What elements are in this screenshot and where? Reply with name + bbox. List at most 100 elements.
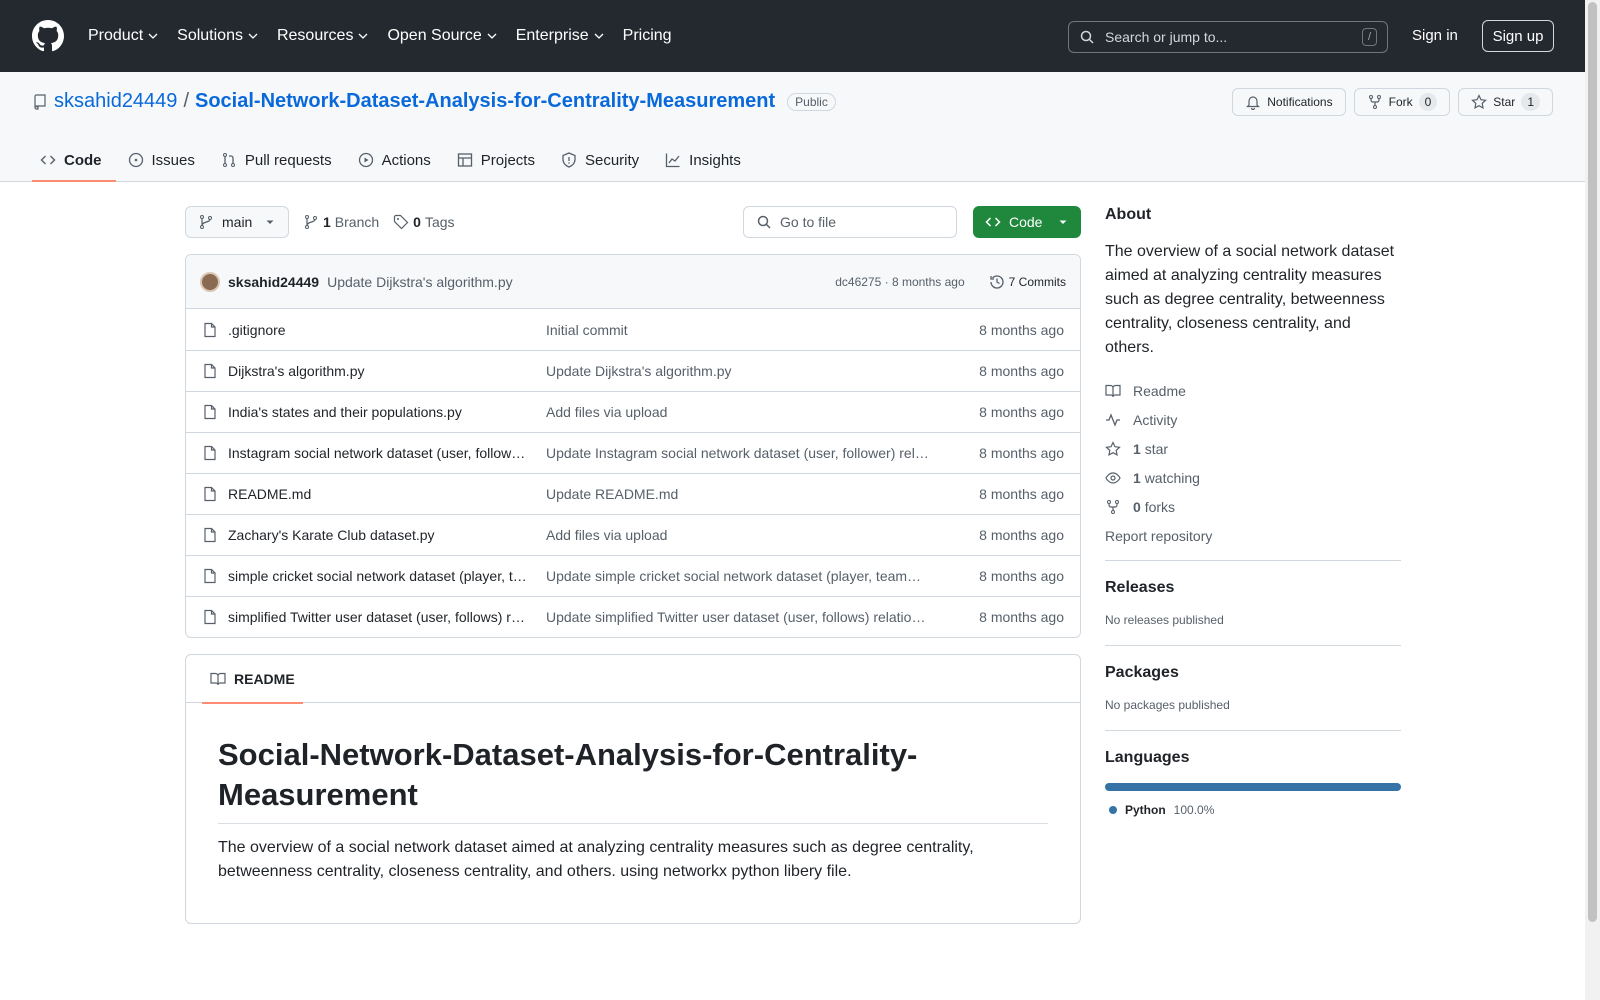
file-name-cell[interactable]: Dijkstra's algorithm.py [202, 363, 532, 379]
pull-request-icon [222, 153, 235, 167]
notifications-button[interactable]: Notifications [1232, 88, 1346, 116]
file-commit-message[interactable]: Update Instagram social network dataset … [546, 445, 934, 461]
nav-solutions[interactable]: Solutions [177, 27, 259, 45]
branch-label: Branch [334, 214, 380, 230]
file-name-cell[interactable]: Zachary's Karate Club dataset.py [202, 527, 532, 543]
file-name[interactable]: simplified Twitter user dataset (user, f… [228, 609, 525, 625]
nav-product[interactable]: Product [88, 27, 159, 45]
file-name[interactable]: README.md [228, 486, 311, 502]
file-commit-message[interactable]: Initial commit [546, 322, 934, 338]
tab-projects[interactable]: Projects [449, 138, 549, 182]
activity-link[interactable]: Activity [1105, 405, 1401, 434]
branch-selector[interactable]: main [185, 206, 289, 238]
file-row[interactable]: .gitignore Initial commit 8 months ago [186, 309, 1080, 350]
tab-actions[interactable]: Actions [350, 138, 445, 182]
commit-message[interactable]: Update Dijkstra's algorithm.py [327, 274, 513, 290]
tags-link[interactable]: 0 Tags [393, 214, 455, 230]
forks-link[interactable]: 0 forks [1105, 492, 1401, 521]
file-name[interactable]: Zachary's Karate Club dataset.py [228, 527, 435, 543]
nav-enterprise-label: Enterprise [515, 27, 589, 44]
book-icon [1105, 384, 1121, 397]
file-name-cell[interactable]: simplified Twitter user dataset (user, f… [202, 609, 532, 625]
tab-code[interactable]: Code [32, 138, 116, 182]
file-icon [204, 527, 216, 543]
chevron-down-icon [148, 33, 158, 39]
forks-label: forks [1144, 498, 1176, 515]
repo-actions: Notifications Fork 0 Star 1 [1232, 88, 1553, 116]
file-commit-message[interactable]: Add files via upload [546, 404, 934, 420]
avatar[interactable] [200, 271, 220, 292]
repo-separator: / [183, 90, 189, 112]
scrollbar-thumb[interactable] [1588, 2, 1597, 922]
language-percent: 100.0% [1173, 803, 1215, 817]
language-name: Python [1125, 803, 1166, 817]
file-name[interactable]: India's states and their populations.py [228, 404, 462, 420]
file-row[interactable]: simplified Twitter user dataset (user, f… [186, 596, 1080, 637]
stars-link[interactable]: 1 star [1105, 434, 1401, 463]
fork-button[interactable]: Fork 0 [1353, 88, 1451, 116]
packages-heading[interactable]: Packages [1105, 664, 1401, 682]
repo-name-link[interactable]: Social-Network-Dataset-Analysis-for-Cent… [195, 90, 775, 113]
readme-tab[interactable]: README [202, 655, 303, 704]
sign-in-link[interactable]: Sign in [1412, 27, 1458, 44]
file-name-cell[interactable]: simple cricket social network dataset (p… [202, 568, 532, 584]
tab-insights[interactable]: Insights [657, 138, 755, 182]
file-commit-message[interactable]: Update simple cricket social network dat… [546, 568, 934, 584]
github-logo-icon[interactable] [32, 20, 64, 52]
language-item[interactable]: Python 100.0% [1105, 803, 1401, 817]
report-repository-link[interactable]: Report repository [1105, 521, 1401, 550]
star-icon [1105, 440, 1121, 456]
nav-enterprise[interactable]: Enterprise [516, 27, 605, 45]
file-row[interactable]: India's states and their populations.py A… [186, 391, 1080, 432]
file-commit-message[interactable]: Update README.md [546, 486, 934, 502]
nav-pricing[interactable]: Pricing [623, 27, 672, 45]
readme-title: Social-Network-Dataset-Analysis-for-Cent… [218, 735, 1048, 824]
tag-count: 0 [413, 214, 421, 230]
tab-security[interactable]: Security [553, 138, 653, 182]
file-name-cell[interactable]: India's states and their populations.py [202, 404, 532, 420]
file-row[interactable]: simple cricket social network dataset (p… [186, 555, 1080, 596]
file-name[interactable]: .gitignore [228, 322, 286, 338]
file-commit-message[interactable]: Add files via upload [546, 527, 934, 543]
go-to-file-input[interactable]: Go to file [743, 206, 957, 238]
commit-hash-time[interactable]: dc46275 · 8 months ago [835, 275, 964, 289]
star-button[interactable]: Star 1 [1458, 88, 1553, 116]
global-search-input[interactable]: Search or jump to... / [1068, 21, 1388, 53]
file-row[interactable]: README.md Update README.md 8 months ago [186, 473, 1080, 514]
file-name-cell[interactable]: Instagram social network dataset (user, … [202, 445, 532, 461]
file-name-cell[interactable]: README.md [202, 486, 532, 502]
nav-resources[interactable]: Resources [277, 27, 369, 45]
nav-solutions-label: Solutions [177, 27, 243, 44]
tab-pull-requests[interactable]: Pull requests [213, 138, 346, 182]
file-name[interactable]: Dijkstra's algorithm.py [228, 363, 365, 379]
tab-issues[interactable]: Issues [120, 138, 209, 182]
releases-section: Releases No releases published [1105, 560, 1401, 627]
graph-icon [666, 153, 680, 168]
code-dropdown-button[interactable]: Code [973, 206, 1081, 238]
repo-owner-link[interactable]: sksahid24449 [54, 90, 177, 113]
file-icon [204, 445, 216, 461]
readme-link[interactable]: Readme [1105, 376, 1401, 405]
nav-open-source[interactable]: Open Source [387, 27, 497, 45]
branches-link[interactable]: 1 Branch [303, 214, 379, 230]
file-commit-message[interactable]: Update Dijkstra's algorithm.py [546, 363, 934, 379]
watching-link[interactable]: 1 watching [1105, 463, 1401, 492]
file-row[interactable]: Dijkstra's algorithm.py Update Dijkstra's… [186, 350, 1080, 391]
file-name[interactable]: Instagram social network dataset (user, … [228, 445, 525, 461]
commit-author[interactable]: sksahid24449 [228, 274, 319, 290]
file-age: 8 months ago [979, 404, 1064, 420]
file-commit-message[interactable]: Update simplified Twitter user dataset (… [546, 609, 934, 625]
search-icon [1080, 30, 1094, 44]
chevron-down-icon [248, 33, 258, 39]
file-age: 8 months ago [979, 363, 1064, 379]
sign-up-button[interactable]: Sign up [1482, 20, 1554, 52]
file-name[interactable]: simple cricket social network dataset (p… [228, 568, 527, 584]
commits-history-link[interactable]: 7 Commits [989, 274, 1066, 290]
page-scrollbar[interactable] [1585, 0, 1600, 1000]
file-row[interactable]: Zachary's Karate Club dataset.py Add file… [186, 514, 1080, 555]
file-name-cell[interactable]: .gitignore [202, 322, 532, 338]
star-icon [1471, 94, 1488, 110]
file-row[interactable]: Instagram social network dataset (user, … [186, 432, 1080, 473]
about-heading: About [1105, 206, 1152, 223]
releases-heading[interactable]: Releases [1105, 579, 1401, 597]
